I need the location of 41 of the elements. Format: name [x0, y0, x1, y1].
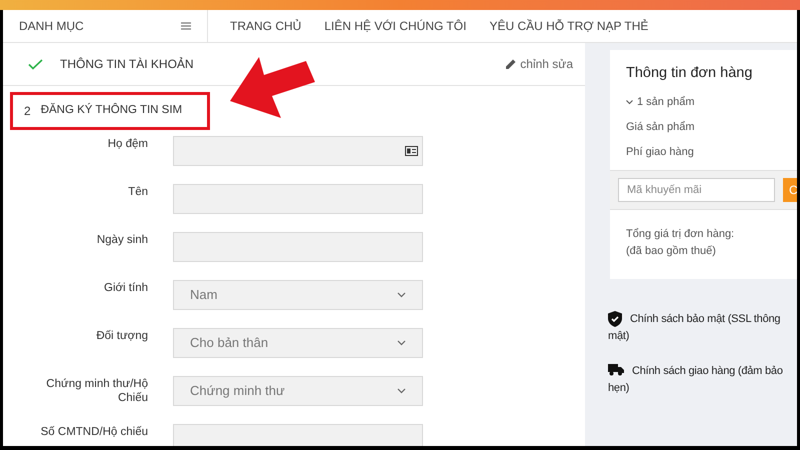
field-label: Đối tượng: [95, 329, 148, 343]
input-field[interactable]: [173, 136, 423, 166]
price-label: Giá sản phẩm: [626, 120, 696, 136]
input-field[interactable]: [173, 232, 423, 262]
menu-icon[interactable]: [181, 22, 191, 30]
nav-link[interactable]: TRANG CHỦ: [230, 17, 302, 35]
field-label: Tên: [127, 185, 148, 199]
nav-link[interactable]: YÊU CẦU HỖ TRỢ NẠP THẺ: [489, 17, 648, 35]
step-heading: THÔNG TIN TÀI KHOẢN: [3, 48, 197, 80]
policy-text-continued: hẹn): [608, 381, 630, 396]
input-field[interactable]: [173, 184, 423, 214]
policy-text: Chính sách giao hàng (đảm bảo: [632, 364, 783, 380]
total-note: (đã bao gồm thuế): [626, 244, 717, 259]
sidebar-menu-title: DANH MỤC: [19, 18, 84, 35]
chevron-down-icon: [626, 100, 633, 104]
field-label: Chứng minh thư/Hộ Chiếu: [45, 377, 148, 405]
select-field[interactable]: Cho bản thân: [173, 328, 423, 358]
select-field[interactable]: Chứng minh thư: [173, 376, 423, 406]
nav-link[interactable]: LIÊN HỆ VỚI CHÚNG TÔI: [324, 17, 466, 35]
price-label: Phí giao hàng: [626, 144, 695, 160]
select-field[interactable]: Nam: [173, 280, 423, 310]
field-label: Ngày sinh: [96, 233, 148, 247]
check-icon: [28, 58, 43, 70]
chevron-down-icon: [397, 388, 406, 394]
order-title: Thông tin đơn hàng: [626, 64, 754, 83]
items-toggle[interactable]: 1 sản phẩm: [626, 94, 797, 110]
pencil-icon: [506, 59, 516, 69]
field-label: Họ đệm: [106, 137, 148, 151]
total-label: Tổng giá trị đơn hàng:: [626, 227, 736, 242]
policy-text-continued: mật): [608, 329, 630, 344]
policy-text: Chính sách bảo mật (SSL thông: [630, 312, 780, 328]
field-label: Giới tính: [103, 281, 148, 295]
promo-code-field[interactable]: Mã khuyến mãi: [618, 178, 775, 202]
field-label: Số CMTND/Hộ chiếu: [40, 425, 148, 439]
shield-check-icon: [608, 311, 622, 328]
chevron-down-icon: [397, 292, 406, 298]
input-field[interactable]: [173, 424, 423, 446]
step-heading: 2 ĐĂNG KÝ THÔNG TIN SIM: [10, 92, 210, 130]
edit-link[interactable]: chỉnh sửa: [506, 55, 573, 73]
truck-icon: [608, 363, 624, 376]
chevron-down-icon: [397, 340, 406, 346]
